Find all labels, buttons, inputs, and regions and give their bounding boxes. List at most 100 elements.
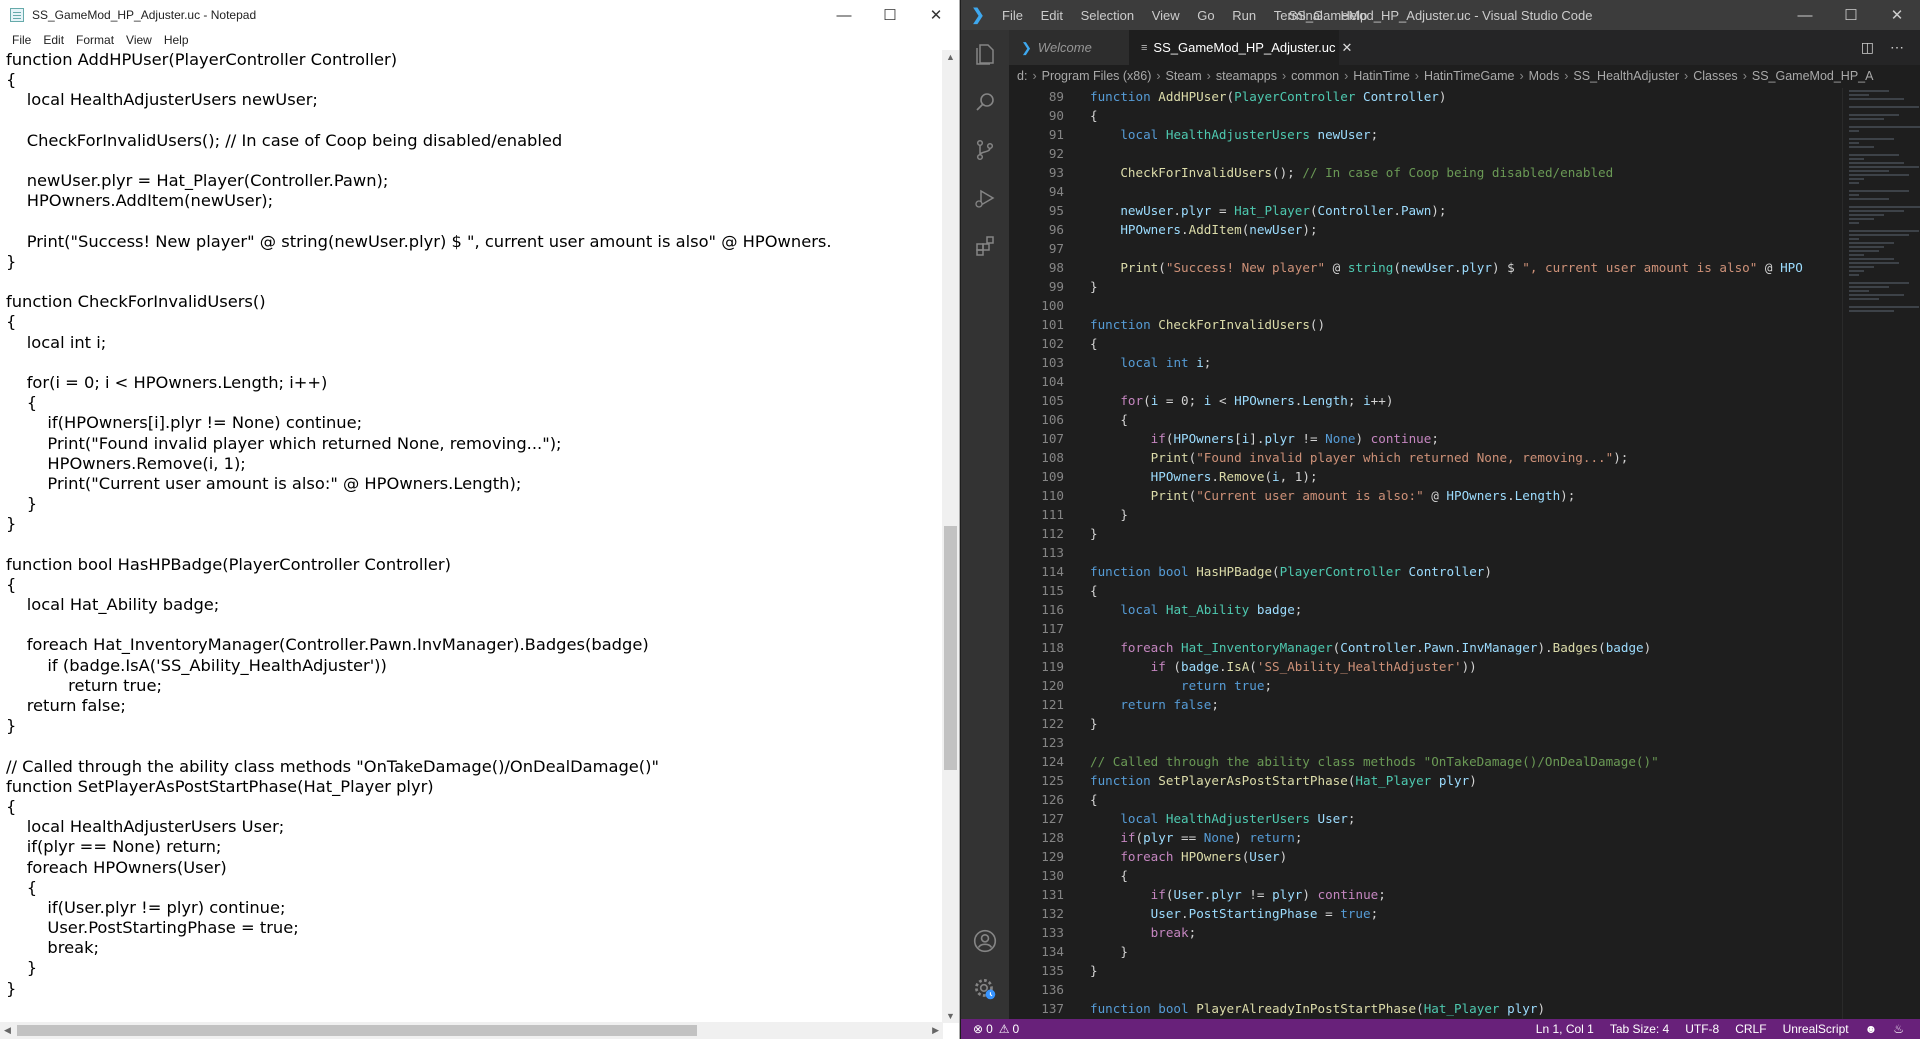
breadcrumb-item[interactable]: SS_HealthAdjuster <box>1573 69 1679 83</box>
line-ending[interactable]: CRLF <box>1727 1022 1774 1036</box>
minimap-line <box>1849 198 1889 200</box>
code-line: 90 { <box>1009 106 1803 125</box>
menu-view[interactable]: View <box>120 33 158 47</box>
tab-welcome[interactable]: ❯ Welcome <box>1009 30 1129 65</box>
line-number: 133 <box>1041 925 1064 940</box>
line-number: 95 <box>1048 203 1064 218</box>
breadcrumb-item[interactable]: common <box>1291 69 1339 83</box>
code-line: 109 HPOwners.Remove(i, 1); <box>1009 467 1803 486</box>
code-editor[interactable]: 89 function AddHPUser(PlayerController Co… <box>1009 88 1842 1019</box>
line-number: 104 <box>1041 374 1064 389</box>
vs-menu-selection[interactable]: Selection <box>1074 8 1141 23</box>
code-line: 101 function CheckForInvalidUsers() <box>1009 315 1803 334</box>
breadcrumb-item[interactable]: HatinTimeGame <box>1424 69 1515 83</box>
vscode-menubar: File Edit Selection View Go Run Terminal… <box>995 8 1374 23</box>
breadcrumb-item[interactable]: steamapps <box>1216 69 1277 83</box>
feedback-icon[interactable]: ☻ <box>1857 1022 1886 1036</box>
notepad-vertical-scrollbar[interactable]: ▲ ▼ <box>942 50 959 1023</box>
problems-indicator[interactable]: ⊗ 0 ⚠ 0 <box>961 1022 1019 1036</box>
code-line: 122} <box>1009 714 1803 733</box>
minimap-line <box>1849 282 1909 284</box>
menu-format[interactable]: Format <box>70 33 120 47</box>
scroll-thumb[interactable] <box>944 526 957 770</box>
menu-edit[interactable]: Edit <box>37 33 70 47</box>
vs-menu-view[interactable]: View <box>1145 8 1187 23</box>
vs-menu-terminal[interactable]: Terminal <box>1267 8 1330 23</box>
line-number: 108 <box>1041 450 1064 465</box>
vs-menu-file[interactable]: File <box>995 8 1030 23</box>
line-number: 106 <box>1041 412 1064 427</box>
code-line: 126 { <box>1009 790 1803 809</box>
minimap-line <box>1849 290 1869 292</box>
accounts-icon[interactable] <box>961 917 1009 965</box>
encoding[interactable]: UTF-8 <box>1677 1022 1727 1036</box>
tab-close-icon[interactable]: ✕ <box>1336 40 1353 56</box>
source-control-icon[interactable] <box>961 126 1009 174</box>
notepad-text-area[interactable]: function AddHPUser(PlayerController Cont… <box>6 50 942 1023</box>
vscode-titlebar: ❯ File Edit Selection View Go Run Termin… <box>961 0 1920 30</box>
maximize-icon[interactable]: ☐ <box>867 0 913 30</box>
menu-file[interactable]: File <box>6 33 37 47</box>
notepad-horizontal-scrollbar[interactable]: ◀ ▶ <box>0 1022 943 1039</box>
code-text: } <box>1090 944 1128 959</box>
breadcrumb-item[interactable]: Mods <box>1529 69 1560 83</box>
vs-close-icon[interactable]: ✕ <box>1874 0 1920 30</box>
manage-gear-icon[interactable] <box>961 965 1009 1013</box>
notepad-title: SS_GameMod_HP_Adjuster.uc - Notepad <box>32 8 257 22</box>
cursor-position[interactable]: Ln 1, Col 1 <box>1528 1022 1602 1036</box>
notepad-line <box>6 615 942 635</box>
breadcrumb-item[interactable]: SS_GameMod_HP_A <box>1752 69 1874 83</box>
vs-menu-edit[interactable]: Edit <box>1034 8 1070 23</box>
notifications-bell-icon[interactable]: ♨ <box>1885 1022 1912 1036</box>
tab-file[interactable]: ≡ SS_GameMod_HP_Adjuster.uc ✕ <box>1129 30 1352 65</box>
hscroll-thumb[interactable] <box>17 1025 697 1036</box>
scroll-up-icon[interactable]: ▲ <box>946 52 955 62</box>
breadcrumb-item[interactable]: Classes <box>1693 69 1737 83</box>
vs-maximize-icon[interactable]: ☐ <box>1828 0 1874 30</box>
vs-menu-help[interactable]: Help <box>1334 8 1375 23</box>
breadcrumb: d: › Program Files (x86) › Steam › steamapps › c… <box>1009 65 1920 87</box>
minimize-icon[interactable]: — <box>821 0 867 30</box>
code-line: 104 <box>1009 372 1803 391</box>
notepad-line <box>6 151 942 171</box>
code-text: User.PostStartingPhase = true; <box>1150 906 1379 921</box>
split-editor-icon[interactable]: ◫ <box>1853 39 1882 56</box>
code-line: 124 // Called through the ability class m… <box>1009 752 1803 771</box>
line-number: 127 <box>1041 811 1064 826</box>
breadcrumb-item[interactable]: Program Files (x86) <box>1042 69 1152 83</box>
menu-help[interactable]: Help <box>158 33 195 47</box>
minimap-line <box>1849 194 1859 196</box>
code-text: HPOwners.Remove(i, 1); <box>1150 469 1318 484</box>
minimap-line <box>1849 146 1874 148</box>
notepad-line: for(i = 0; i < HPOwners.Length; i++) <box>6 373 328 392</box>
vs-menu-run[interactable]: Run <box>1225 8 1263 23</box>
minimap-line <box>1849 158 1864 160</box>
tab-welcome-label: Welcome <box>1037 40 1092 55</box>
line-number: 135 <box>1041 963 1064 978</box>
search-icon[interactable] <box>961 78 1009 126</box>
explorer-icon[interactable] <box>961 30 1009 78</box>
breadcrumb-item[interactable]: HatinTime <box>1353 69 1410 83</box>
breadcrumb-separator-icon: › <box>1519 69 1524 83</box>
line-number: 89 <box>1048 89 1064 104</box>
notepad-line: return false; <box>6 696 126 715</box>
tab-size[interactable]: Tab Size: 4 <box>1602 1022 1677 1036</box>
code-text: foreach Hat_InventoryManager(Controller.… <box>1120 640 1652 655</box>
close-icon[interactable]: ✕ <box>913 0 959 30</box>
run-debug-icon[interactable] <box>961 174 1009 222</box>
extensions-icon[interactable] <box>961 222 1009 270</box>
breadcrumb-item[interactable]: Steam <box>1166 69 1202 83</box>
scroll-down-icon[interactable]: ▼ <box>946 1011 955 1021</box>
vs-menu-go[interactable]: Go <box>1190 8 1221 23</box>
vs-minimize-icon[interactable]: — <box>1782 0 1828 30</box>
language-mode[interactable]: UnrealScript <box>1775 1022 1857 1036</box>
scroll-left-icon[interactable]: ◀ <box>4 1025 11 1036</box>
breadcrumb-item[interactable]: d: <box>1017 69 1027 83</box>
scroll-right-icon[interactable]: ▶ <box>932 1025 939 1036</box>
minimap-line <box>1849 114 1899 116</box>
minimap-line <box>1849 106 1919 108</box>
minimap[interactable] <box>1842 88 1920 1019</box>
more-actions-icon[interactable]: ⋯ <box>1882 39 1912 56</box>
